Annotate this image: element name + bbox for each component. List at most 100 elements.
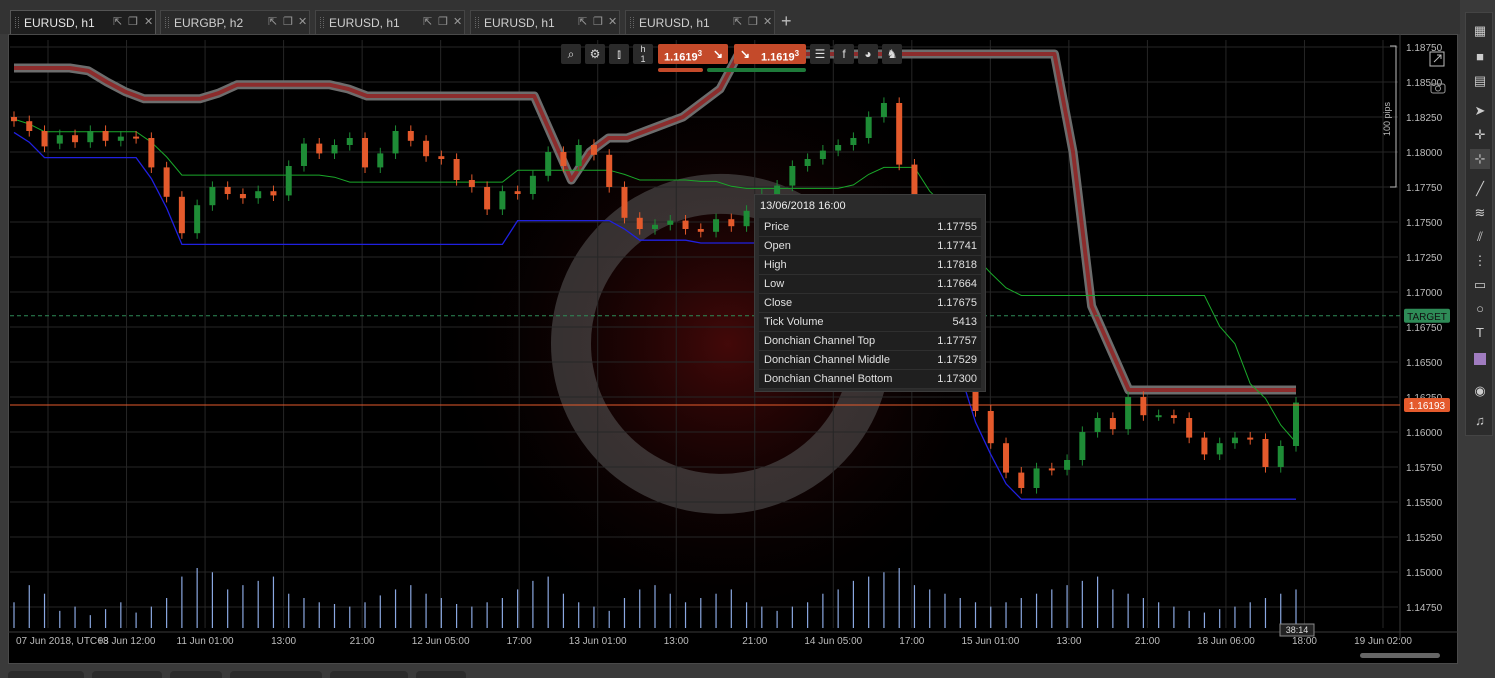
candle-body (865, 117, 872, 138)
bottom-tab[interactable] (416, 671, 466, 678)
candle-body (331, 145, 338, 154)
chart-canvas[interactable]: 07 Jun 2018, UTC+308 Jun 12:00 11 Jun 01:… (8, 34, 1458, 664)
horizontal-scrollbar[interactable] (1360, 653, 1440, 658)
split-chart-icon[interactable]: ▤ (1470, 71, 1490, 91)
buy-spread-bar (707, 68, 806, 72)
candle-body (133, 136, 140, 139)
popout-icon[interactable]: ⇱ (733, 15, 742, 28)
single-chart-icon[interactable]: ■ (1470, 47, 1490, 67)
popout-icon[interactable]: ⇱ (268, 15, 277, 28)
candle-body (713, 219, 720, 232)
bottom-tab[interactable] (230, 671, 322, 678)
close-icon[interactable]: ✕ (608, 15, 617, 28)
candle-body (499, 191, 506, 210)
detach-icon[interactable]: ❐ (438, 15, 448, 28)
candle-body (56, 135, 63, 144)
detach-icon[interactable]: ❐ (748, 15, 758, 28)
price-tick-label: 1.14750 (1406, 603, 1443, 614)
candle-body (1018, 472, 1025, 488)
layout-grid-icon[interactable]: ▦ (1470, 21, 1490, 41)
candle-body (728, 219, 735, 227)
time-tick-label: 21:00 (742, 636, 767, 647)
close-icon[interactable]: ✕ (453, 15, 462, 28)
bottom-tab[interactable] (330, 671, 408, 678)
drawing-toolbar: ▦ ■ ▤ ➤ ✛ ⊹ ╱ ≋ ⫽ ⋮ ▭ ○ T ◉ ♫ (1465, 12, 1493, 436)
ellipse-icon[interactable]: ○ (1470, 299, 1490, 319)
time-tick-label: 12 Jun 05:00 (412, 636, 470, 647)
candles-icon[interactable]: ⫾ (609, 44, 629, 64)
tab-eurusd-h1[interactable]: EURUSD, h1 ⇱ ❐ ✕ (10, 10, 156, 34)
bell-icon[interactable]: ♫ (1470, 411, 1490, 431)
candle-body (987, 411, 994, 444)
detach-icon[interactable]: ❐ (593, 15, 603, 28)
pie-icon[interactable]: ◕ (858, 44, 878, 64)
tab-eurusd-h1-3[interactable]: EURUSD, h1 ⇱ ❐ ✕ (470, 10, 620, 34)
sell-button[interactable]: 1.16193 ↘ (658, 44, 728, 64)
bottom-tab[interactable] (170, 671, 222, 678)
candle-body (896, 103, 903, 165)
candle-body (1003, 443, 1010, 473)
time-tick-label: 14 Jun 05:00 (804, 636, 862, 647)
candle-body (1231, 437, 1238, 444)
fibonacci-icon[interactable]: ≋ (1470, 203, 1490, 223)
tab-grip-icon[interactable] (165, 17, 169, 28)
popout-icon[interactable]: ⇱ (113, 15, 122, 28)
channel-icon[interactable]: ⫽ (1470, 227, 1490, 247)
candle-body (697, 229, 704, 232)
time-tick-label: 17:00 (507, 636, 532, 647)
tab-grip-icon[interactable] (630, 17, 634, 28)
timeframe-icon[interactable]: h 1 (633, 44, 653, 64)
candle-body (1247, 437, 1254, 440)
price-tick-label: 1.17750 (1406, 183, 1443, 194)
tab-grip-icon[interactable] (320, 17, 324, 28)
add-tab-button[interactable]: + (781, 10, 792, 32)
candle-body (1125, 397, 1132, 430)
candle-body (26, 121, 33, 131)
candle-body (590, 145, 597, 155)
time-tick-label: 21:00 (1135, 636, 1160, 647)
detach-icon[interactable]: ❐ (283, 15, 293, 28)
color-swatch-icon[interactable] (1470, 351, 1490, 371)
text-icon[interactable]: T (1470, 323, 1490, 343)
candle-body (117, 136, 124, 141)
candle-body (652, 224, 658, 229)
price-tick-label: 1.17250 (1406, 253, 1443, 264)
buy-price: 1.16193 (761, 49, 800, 64)
bottom-tab[interactable] (8, 671, 84, 678)
zoom-icon[interactable]: ⌕ (561, 44, 581, 64)
candle-body (789, 166, 796, 186)
detach-icon[interactable]: ❐ (128, 15, 138, 28)
popout-icon[interactable]: ⇱ (578, 15, 587, 28)
crosshair-icon[interactable]: ✛ (1470, 125, 1490, 145)
candle-body (239, 194, 246, 199)
list-icon[interactable]: ☰ (810, 44, 830, 64)
price-tick-label: 1.18250 (1406, 113, 1443, 124)
close-icon[interactable]: ✕ (763, 15, 772, 28)
tab-grip-icon[interactable] (475, 17, 479, 28)
tab-eurusd-h1-2[interactable]: EURUSD, h1 ⇱ ❐ ✕ (315, 10, 465, 34)
price-tick-label: 1.17000 (1406, 288, 1443, 299)
buy-button[interactable]: ↘ 1.16193 (734, 44, 806, 64)
camera-icon[interactable]: ◉ (1470, 381, 1490, 401)
price-tick-label: 1.17500 (1406, 218, 1443, 229)
trend-line-icon[interactable]: ╱ (1470, 179, 1490, 199)
tab-eurgbp-h2[interactable]: EURGBP, h2 ⇱ ❐ ✕ (160, 10, 310, 34)
popout-icon[interactable]: ⇱ (423, 15, 432, 28)
close-icon[interactable]: ✕ (298, 15, 307, 28)
chart-settings-icon[interactable]: ⚙ (585, 44, 605, 64)
candle-body (377, 153, 384, 168)
tab-eurusd-h1-4[interactable]: EURUSD, h1 ⇱ ❐ ✕ (625, 10, 775, 34)
sell-spread-bar (658, 68, 703, 72)
cursor-icon[interactable]: ➤ (1470, 101, 1490, 121)
tooltip-row: Tick Volume 5413 (759, 313, 981, 332)
tab-grip-icon[interactable] (15, 17, 19, 28)
bottom-tab[interactable] (92, 671, 162, 678)
current-price-label: 1.16193 (1409, 401, 1446, 412)
price-tick-label: 1.15500 (1406, 498, 1443, 509)
close-icon[interactable]: ✕ (144, 15, 153, 28)
rectangle-icon[interactable]: ▭ (1470, 275, 1490, 295)
trader-icon[interactable]: ♞ (882, 44, 902, 64)
levels-icon[interactable]: ⋮ (1470, 251, 1490, 271)
cross-tool-icon[interactable]: ⊹ (1470, 149, 1490, 169)
facebook-icon[interactable]: f (834, 44, 854, 64)
